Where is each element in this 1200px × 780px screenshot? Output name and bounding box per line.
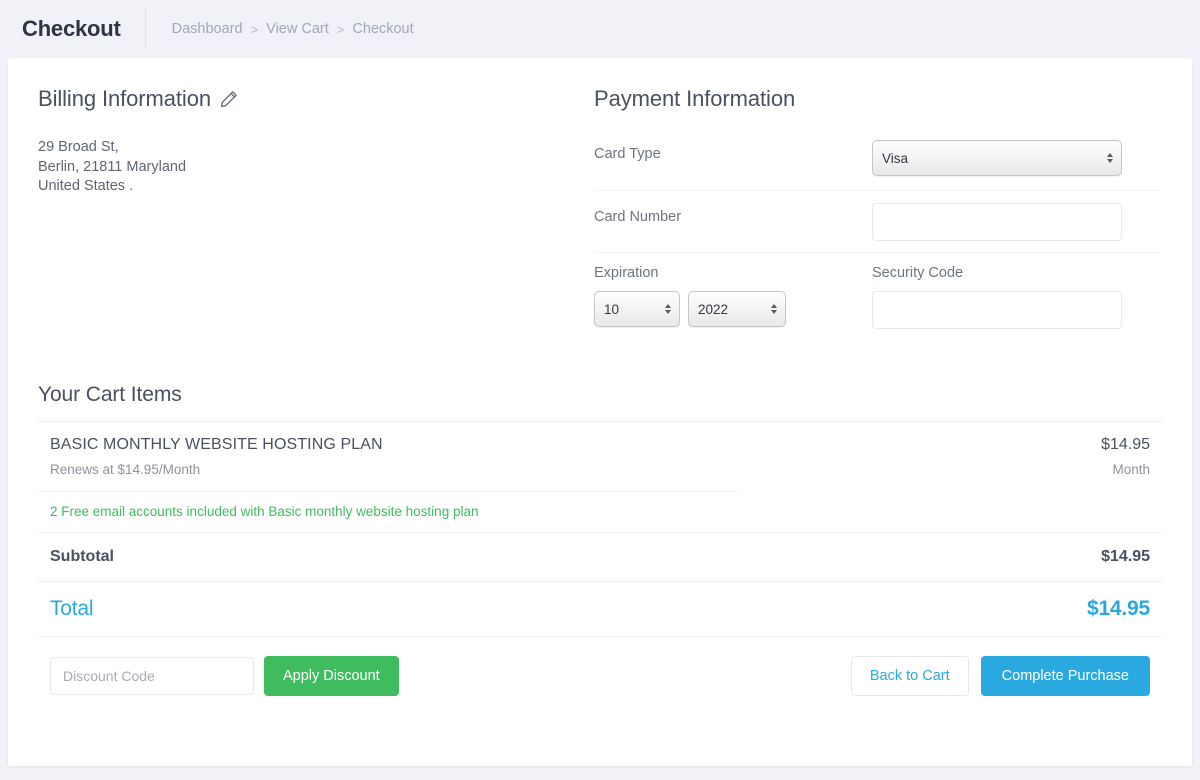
subtotal-row: Subtotal $14.95 — [38, 532, 1162, 581]
cart-item-pricing: $14.95 Month — [1101, 436, 1150, 477]
card-number-label: Card Number — [594, 209, 682, 225]
card-number-input[interactable] — [872, 203, 1122, 241]
address-line-3: United States . — [38, 178, 134, 194]
expiration-group: Expiration 10 2022 — [594, 265, 872, 329]
subtotal-label: Subtotal — [50, 548, 114, 565]
checkout-buttons: Back to Cart Complete Purchase — [850, 656, 1150, 696]
cart-item-price: $14.95 — [1101, 436, 1150, 453]
card-type-row: Card Type Visa — [594, 128, 1160, 190]
security-code-group: Security Code — [872, 265, 1160, 329]
checkout-card: Billing Information 29 Broad St, Berlin,… — [8, 58, 1192, 766]
pencil-icon[interactable] — [219, 89, 239, 109]
card-type-field: Visa — [872, 140, 1160, 176]
top-bar: Checkout Dashboard > View Cart > Checkou… — [0, 0, 1200, 58]
security-code-input[interactable] — [872, 291, 1122, 329]
total-label: Total — [50, 597, 94, 620]
billing-address: 29 Broad St, Berlin, 21811 Maryland Unit… — [38, 138, 586, 197]
title-divider — [144, 9, 146, 49]
apply-discount-button[interactable]: Apply Discount — [264, 656, 399, 696]
breadcrumb: Dashboard > View Cart > Checkout — [172, 21, 414, 37]
cart-section: Your Cart Items BASIC MONTHLY WEBSITE HO… — [8, 383, 1192, 696]
billing-heading: Billing Information — [38, 86, 586, 112]
card-number-field — [872, 203, 1160, 241]
back-to-cart-button[interactable]: Back to Cart — [850, 656, 969, 696]
total-value: $14.95 — [1086, 597, 1150, 620]
table-row: BASIC MONTHLY WEBSITE HOSTING PLAN Renew… — [38, 421, 1162, 491]
cart-item-period: Month — [1112, 462, 1150, 477]
breadcrumb-item-view-cart[interactable]: View Cart — [266, 21, 329, 37]
expiration-month-wrapper: 10 — [594, 291, 680, 327]
breadcrumb-separator: > — [250, 21, 259, 37]
card-type-label: Card Type — [594, 146, 661, 162]
payment-form: Card Type Visa Card Number Expiration 10… — [594, 128, 1160, 329]
billing-information-section: Billing Information 29 Broad St, Berlin,… — [8, 86, 586, 329]
expiration-security-row: Expiration 10 2022 Security Code — [594, 252, 1160, 329]
payment-information-section: Payment Information Card Type Visa Card … — [586, 86, 1192, 329]
discount-group: Apply Discount — [50, 656, 399, 696]
actions-row: Apply Discount Back to Cart Complete Pur… — [38, 636, 1162, 696]
breadcrumb-item-checkout[interactable]: Checkout — [352, 21, 413, 37]
breadcrumb-item-dashboard[interactable]: Dashboard — [172, 21, 243, 37]
total-row: Total $14.95 — [38, 581, 1162, 636]
card-number-row: Card Number — [594, 190, 1160, 252]
cart-item-renewal: Renews at $14.95/Month — [50, 462, 201, 477]
expiration-label: Expiration — [594, 265, 659, 281]
payment-heading: Payment Information — [594, 86, 796, 111]
cart-item-note-row: 2 Free email accounts included with Basi… — [38, 491, 1162, 532]
top-section: Billing Information 29 Broad St, Berlin,… — [8, 58, 1192, 329]
discount-code-input[interactable] — [50, 657, 254, 695]
address-line-2: Berlin, 21811 Maryland — [38, 158, 187, 175]
cart-item-name: BASIC MONTHLY WEBSITE HOSTING PLAN — [50, 436, 383, 453]
expiration-year-wrapper: 2022 — [688, 291, 786, 327]
expiration-selects: 10 2022 — [594, 291, 872, 327]
cart-heading: Your Cart Items — [38, 383, 182, 406]
expiration-year-select[interactable]: 2022 — [688, 291, 786, 327]
page-title: Checkout — [22, 16, 121, 41]
breadcrumb-separator: > — [336, 21, 345, 37]
cart-item-info: BASIC MONTHLY WEBSITE HOSTING PLAN Renew… — [50, 436, 383, 477]
address-line-1: 29 Broad St, — [38, 139, 119, 155]
expiration-month-select[interactable]: 10 — [594, 291, 680, 327]
complete-purchase-button[interactable]: Complete Purchase — [980, 656, 1150, 696]
billing-heading-label: Billing Information — [38, 86, 211, 111]
security-code-label: Security Code — [872, 265, 964, 281]
subtotal-value: $14.95 — [1101, 548, 1150, 565]
card-type-select-wrapper: Visa — [872, 140, 1122, 176]
card-type-select[interactable]: Visa — [872, 140, 1122, 176]
cart-item-note: 2 Free email accounts included with Basi… — [50, 504, 479, 519]
